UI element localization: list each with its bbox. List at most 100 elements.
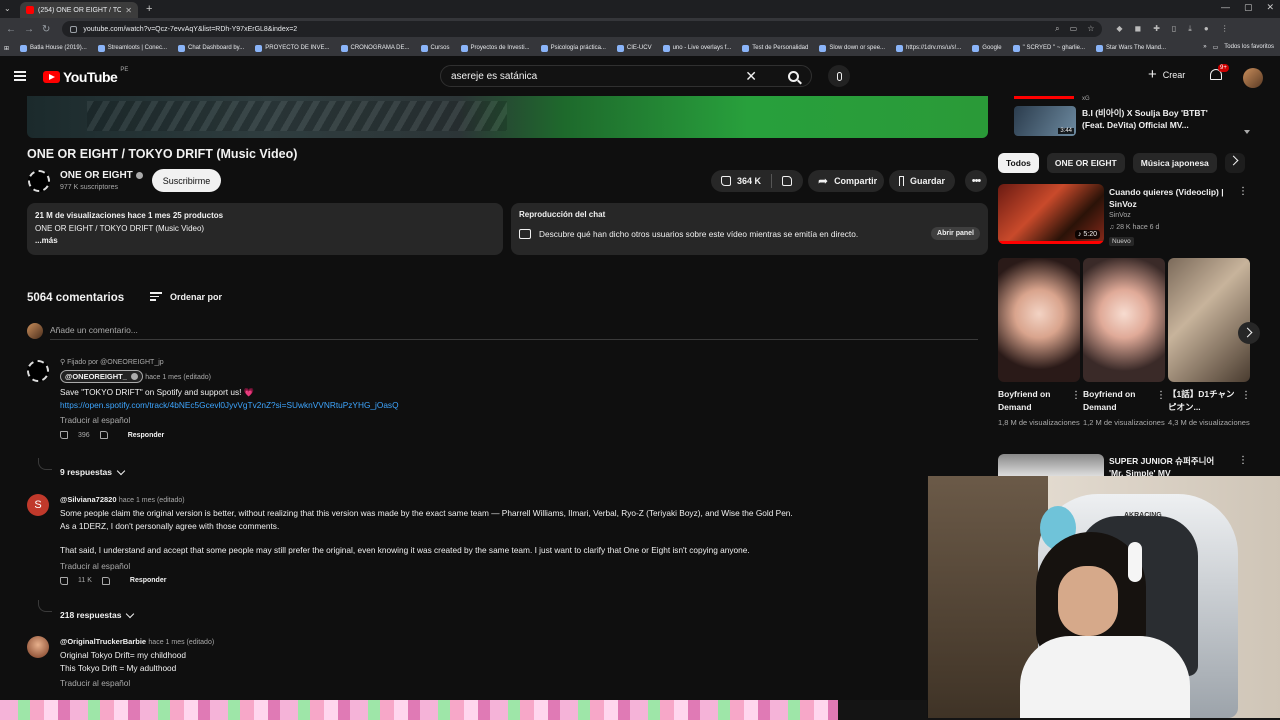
account-avatar[interactable] [1243,68,1263,88]
chip-japanese-music[interactable]: Música japonesa [1132,153,1217,173]
like-count[interactable]: 364 K [737,176,761,186]
shorts-item[interactable]: Boyfriend on Demand 1,8 M de visualizaci… [998,258,1081,429]
close-tab-icon[interactable]: ✕ [125,6,132,15]
bookmark-item[interactable]: PROYECTO DE INVE... [255,44,330,52]
comment-time[interactable]: hace 1 mes (editado) [145,374,211,381]
item-menu-icon[interactable]: ⋮ [1156,390,1166,401]
shorts-next-button[interactable] [1238,322,1260,344]
bookmark-item[interactable]: Test de Personalidad [742,44,808,52]
clear-search-icon[interactable]: ✕ [745,68,757,85]
browser-menu-icon[interactable]: ⋮ [1221,24,1229,34]
save-button[interactable]: Guardar [889,170,955,192]
new-tab-icon[interactable]: + [146,3,152,15]
add-comment-input[interactable]: Añade un comentario... [50,325,138,335]
bookmark-item[interactable]: Cursos [420,44,450,52]
bookmark-item[interactable]: CIE-UCV [616,44,652,52]
short-title[interactable]: 【1話】D1チャンピオン... [1168,388,1236,414]
related-channel[interactable]: SinVoz [1109,212,1131,219]
search-button[interactable] [775,66,811,86]
bookmark-item[interactable]: CRONOGRAMA DE... [340,44,410,52]
show-replies-button[interactable]: 9 respuestas [60,466,126,477]
open-panel-button[interactable]: Abrir panel [931,227,980,240]
show-replies-button[interactable]: 218 respuestas [60,609,135,620]
search-input[interactable]: asereje es satánica [451,71,745,82]
bookmark-item[interactable]: uno - Live overlays f... [662,44,731,52]
url-bar[interactable]: youtube.com/watch?v=Qcz-7evvAqY&list=RDh… [62,21,1103,37]
comment-time[interactable]: hace 1 mes (editado) [119,497,185,504]
all-bookmarks[interactable]: » ▭ Todos los favoritos [1203,44,1274,51]
create-button[interactable]: + Crear [1148,67,1185,82]
bookmark-item[interactable]: https://1drv.ms/u/s!... [896,44,961,52]
cast-icon[interactable]: ▭ [1070,24,1078,34]
sort-comments-button[interactable]: Ordenar por [150,292,222,303]
comment-author[interactable]: @Silviana72820 [60,495,117,504]
minimize-icon[interactable]: — [1221,2,1230,13]
comment-author[interactable]: @ONEOREIGHT_ [60,370,143,383]
voice-search-button[interactable] [828,65,850,87]
puzzle-icon[interactable]: ✚ [1153,24,1160,34]
bookmark-item[interactable]: Psicología práctica... [540,44,606,52]
comment-avatar[interactable] [27,360,49,382]
like-icon[interactable] [721,176,731,186]
shorts-item[interactable]: Boyfriend on Demand 1,2 M de visualizaci… [1083,258,1166,429]
browser-tab[interactable]: (254) ONE OR EIGHT / TOK ✕ [20,2,138,18]
chevron-right-icon[interactable]: » [1203,44,1206,51]
back-icon[interactable]: ← [6,24,16,35]
shorts-item[interactable]: 【1話】D1チャンピオン... 4,3 M de visualizaciones… [1168,258,1251,429]
reply-button[interactable]: Responder [128,432,165,439]
comment-time[interactable]: hace 1 mes (editado) [148,639,214,646]
download-icon[interactable]: ⤓ [1188,24,1192,34]
video-player[interactable] [27,96,988,138]
notifications-button[interactable]: 9+ [1210,64,1229,83]
reply-button[interactable]: Responder [130,577,167,584]
short-thumbnail[interactable] [1168,258,1250,382]
url-text[interactable]: youtube.com/watch?v=Qcz-7evvAqY&list=RDh… [83,26,1055,33]
video-thumbnail[interactable] [998,454,1104,476]
site-info-icon[interactable] [70,25,78,33]
bookmark-item[interactable]: Star Wars The Mand... [1096,44,1166,52]
bookmark-item[interactable]: Streamloots | Conec... [97,44,167,52]
show-more-link[interactable]: ...más [35,235,495,248]
extension-icon[interactable]: ◆ [1116,24,1122,34]
profile-icon[interactable]: ● [1204,24,1209,34]
close-window-icon[interactable]: ✕ [1266,2,1274,13]
related-video-title[interactable]: Cuando quieres (Videoclip) | SinVoz [1109,186,1229,210]
comment-avatar[interactable]: S [27,494,49,516]
related-video-title[interactable]: B.I (비아이) X Soulja Boy 'BTBT' (Feat. DeV… [1082,107,1232,131]
like-icon[interactable] [60,431,68,439]
comment-link[interactable]: https://open.spotify.com/track/4bNEc5Gce… [60,399,399,412]
sidebar-icon[interactable]: ▯ [1172,24,1176,34]
translate-link[interactable]: Traducir al español [60,561,890,571]
channel-avatar[interactable] [28,170,50,192]
apps-icon[interactable]: ⊞ [4,45,9,52]
subscribe-button[interactable]: Suscribirme [152,169,221,192]
comment-author[interactable]: @OriginalTruckerBarbie [60,637,146,646]
youtube-logo[interactable]: YouTube PE [43,67,128,85]
item-menu-icon[interactable]: ⋮ [1238,455,1248,466]
chip-one-or-eight[interactable]: ONE OR EIGHT [1046,153,1125,173]
share-button[interactable]: ➦ Compartir [808,170,884,192]
forward-icon[interactable]: → [24,24,34,35]
zoom-icon[interactable]: ⌕ [1055,24,1059,34]
tab-search-icon[interactable]: ⌄ [4,4,11,13]
bookmark-item[interactable]: Slow down or spee... [819,44,885,52]
short-thumbnail[interactable] [998,258,1080,382]
translate-link[interactable]: Traducir al español [60,678,214,688]
short-thumbnail[interactable] [1083,258,1165,382]
chip-all[interactable]: Todos [998,153,1039,173]
comment-author-name[interactable]: @ONEOREIGHT_ [65,372,127,381]
item-menu-icon[interactable]: ⋮ [1241,390,1251,401]
like-icon[interactable] [60,576,68,585]
related-video-partial[interactable]: xG 3:44 B.I (비아이) X Soulja Boy 'BTBT' (F… [998,96,1252,140]
more-actions-button[interactable]: ••• [965,170,987,192]
scroll-caret-icon[interactable] [1244,130,1250,134]
channel-name-text[interactable]: ONE OR EIGHT [60,170,133,181]
video-thumbnail[interactable]: ♪ 5:20 [998,184,1104,244]
bookmark-item[interactable]: Chat Dashboard by... [177,44,244,52]
bookmark-item[interactable]: Batla House (2019)... [20,44,87,52]
short-title[interactable]: Boyfriend on Demand [998,388,1066,414]
extension-icon[interactable]: ◼ [1135,24,1142,34]
bookmark-item[interactable]: Google [972,44,1002,52]
maximize-icon[interactable]: ▢ [1244,2,1253,13]
bookmark-item[interactable]: Proyectos de Investi... [460,44,530,52]
